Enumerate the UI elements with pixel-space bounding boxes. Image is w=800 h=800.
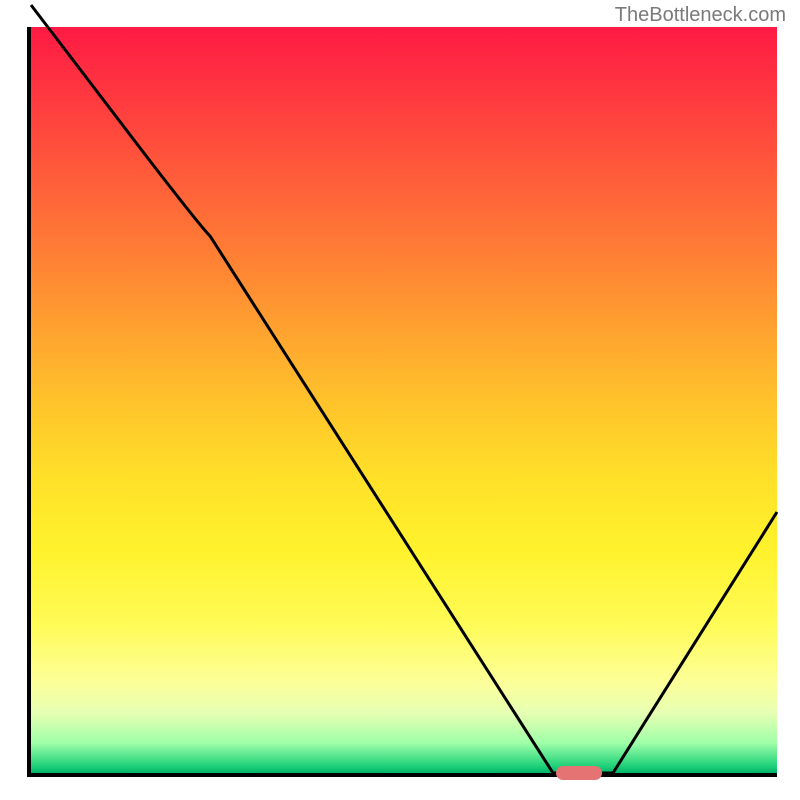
valley-marker <box>556 766 602 780</box>
chart-curve-svg <box>31 27 777 773</box>
watermark-text: TheBottleneck.com <box>615 4 786 27</box>
bottleneck-curve <box>31 5 777 773</box>
chart-plot-area <box>27 27 777 777</box>
